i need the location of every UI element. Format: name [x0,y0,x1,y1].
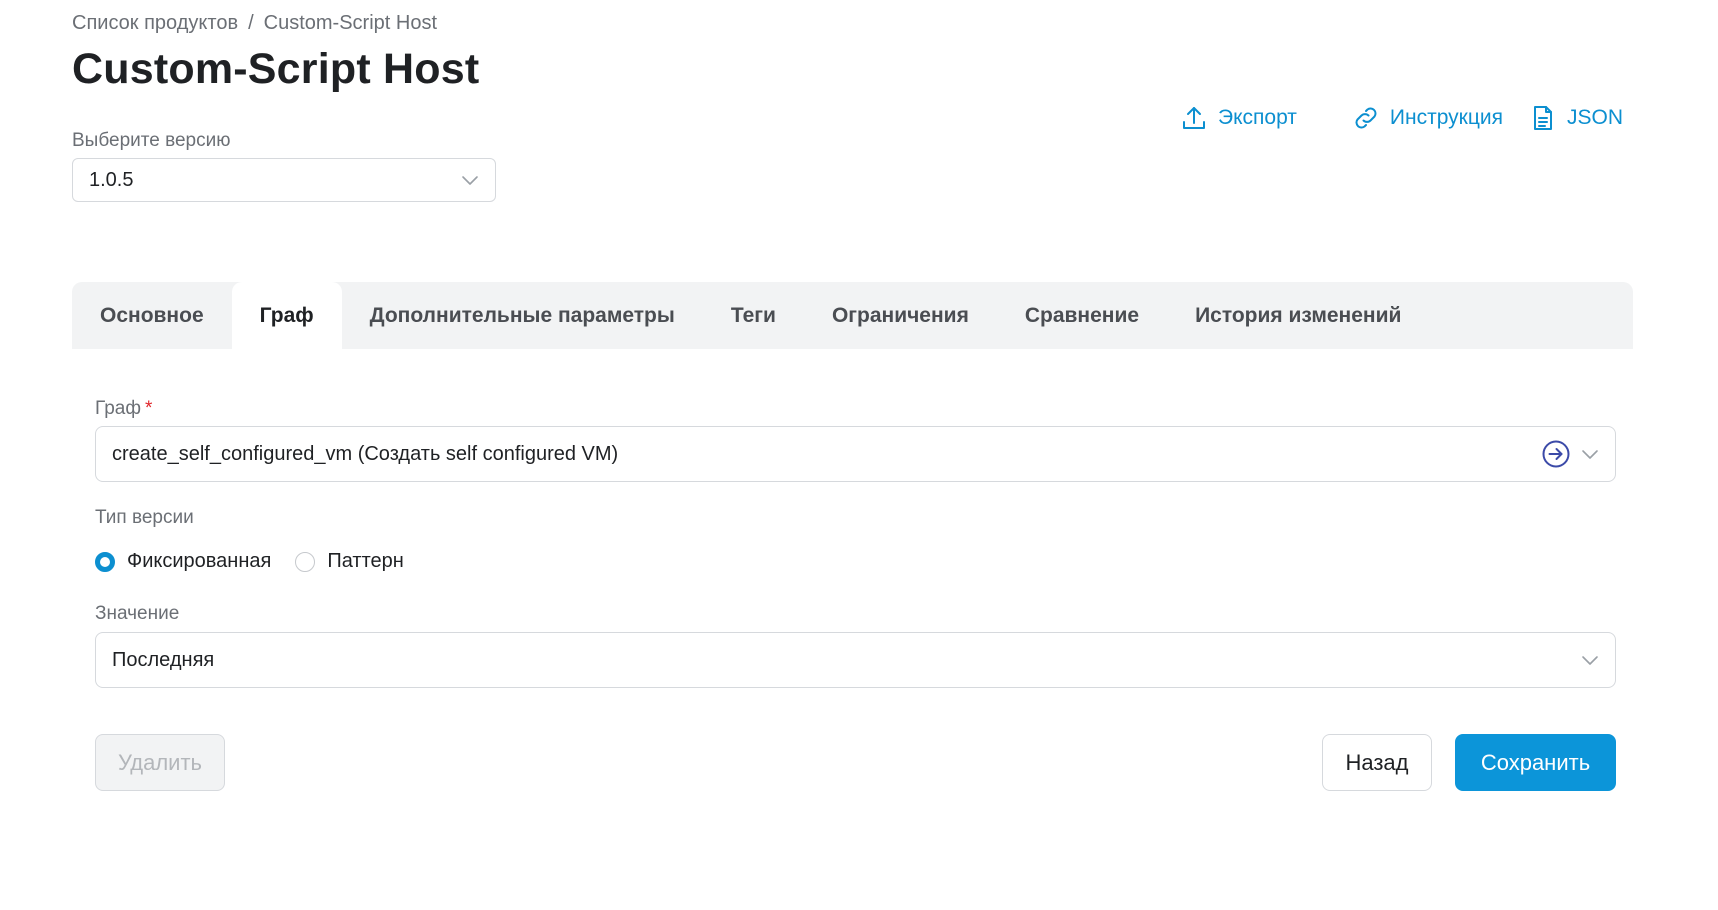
export-button[interactable]: Экспорт [1180,104,1297,132]
breadcrumb-current: Custom-Script Host [263,12,438,34]
export-label: Экспорт [1218,106,1297,129]
link-icon [1352,104,1380,132]
instruction-label: Инструкция [1389,106,1503,129]
tab-additional-params[interactable]: Дополнительные параметры [342,282,703,349]
value-select[interactable]: Последняя [95,632,1616,688]
chevron-down-icon [461,171,479,189]
tab-history[interactable]: История изменений [1167,282,1429,349]
save-button[interactable]: Сохранить [1455,734,1616,791]
document-icon [1529,104,1557,132]
radio-fixed-label: Фиксированная [127,550,272,572]
breadcrumb-link-products[interactable]: Список продуктов [72,12,238,34]
tab-tags[interactable]: Теги [703,282,804,349]
graph-select-value: create_self_configured_vm (Создать self … [112,442,619,465]
value-select-value: Последняя [112,648,215,671]
json-button[interactable]: JSON [1529,104,1623,132]
tab-comparison[interactable]: Сравнение [997,282,1167,349]
value-field-label: Значение [95,603,180,624]
upload-icon [1180,104,1208,132]
page: Список продуктов / Custom-Script Host Cust… [0,0,1718,910]
radio-pattern-label: Паттерн [327,550,404,572]
json-label: JSON [1566,106,1623,129]
delete-button[interactable]: Удалить [95,734,225,791]
required-mark: * [145,398,153,419]
chevron-down-icon [1581,445,1599,463]
tab-main[interactable]: Основное [72,282,232,349]
chevron-down-icon [1581,651,1599,669]
radio-fixed-indicator [95,551,115,572]
back-button[interactable]: Назад [1322,734,1432,791]
version-type-label: Тип версии [95,507,194,528]
page-title: Custom-Script Host [72,45,480,93]
tab-graph[interactable]: Граф [231,282,342,349]
version-select[interactable]: 1.0.5 [72,158,496,202]
radio-pattern-indicator [295,551,316,572]
graph-select[interactable]: create_self_configured_vm (Создать self … [95,426,1616,482]
graph-field-label: Граф * [95,398,152,420]
breadcrumb-separator: / [248,12,254,34]
version-type-radio-group: Фиксированная Паттерн [95,550,428,573]
version-label: Выберите версию [72,130,231,151]
breadcrumb: Список продуктов / Custom-Script Host [72,12,437,35]
radio-pattern[interactable]: Паттерн [295,550,404,573]
arrow-circle-right-icon[interactable] [1541,439,1571,469]
instruction-button[interactable]: Инструкция [1352,104,1503,132]
version-value: 1.0.5 [89,168,134,191]
radio-fixed[interactable]: Фиксированная [95,550,271,573]
graph-label-text: Граф [95,398,141,419]
tab-restrictions[interactable]: Ограничения [804,282,997,349]
tabs-bar: Основное Граф Дополнительные параметры Т… [72,282,1633,349]
header-actions: Экспорт Инструкция JSON [1180,104,1623,132]
